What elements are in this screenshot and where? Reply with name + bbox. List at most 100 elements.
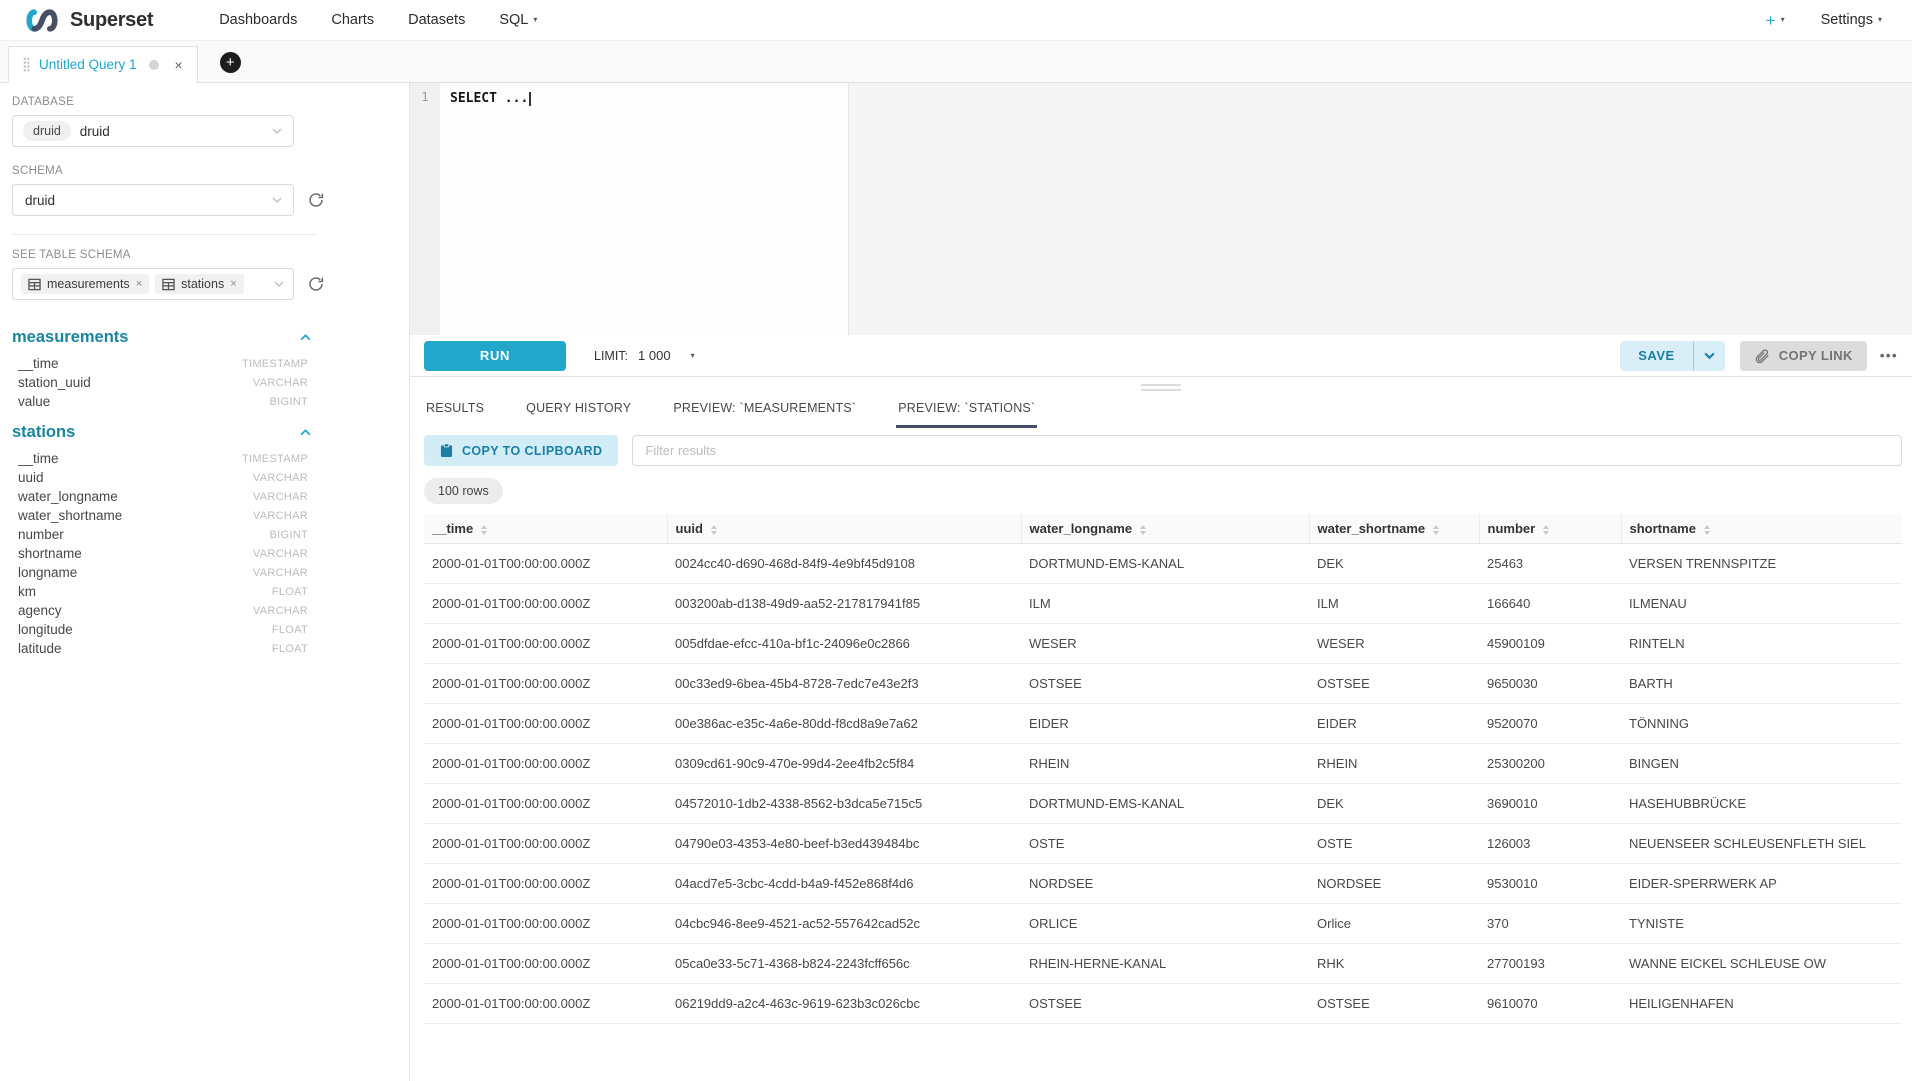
table-cell: VERSEN TRENNSPITZE (1621, 544, 1902, 584)
results-tabs: RESULTS QUERY HISTORY PREVIEW: `MEASUREMEN… (410, 397, 1912, 428)
column-row: station_uuidVARCHAR (12, 373, 308, 392)
column-name: longname (18, 565, 77, 580)
column-header-water-shortname[interactable]: water_shortname (1309, 514, 1479, 544)
copy-link-button[interactable]: COPY LINK (1740, 341, 1867, 371)
refresh-schemas-icon[interactable] (307, 191, 325, 209)
results-tab-results[interactable]: RESULTS (424, 397, 486, 428)
table-schema-stations: stations__timeTIMESTAMPuuidVARCHARwater_… (12, 423, 409, 658)
column-type: VARCHAR (253, 472, 308, 484)
results-tab-query-history[interactable]: QUERY HISTORY (524, 397, 633, 428)
table-row: 2000-01-01T00:00:00.000Z00c33ed9-6bea-45… (424, 664, 1902, 704)
sql-text: SELECT ... (450, 91, 528, 106)
pane-splitter[interactable] (410, 377, 1912, 397)
table-cell: DORTMUND-EMS-KANAL (1021, 544, 1309, 584)
column-header-shortname[interactable]: shortname (1621, 514, 1902, 544)
column-type: FLOAT (272, 586, 308, 598)
table-cell: 00e386ac-e35c-4a6e-80dd-f8cd8a9e7a62 (667, 704, 1021, 744)
table-name[interactable]: stations (12, 423, 75, 442)
column-header-uuid[interactable]: uuid (667, 514, 1021, 544)
close-tab-icon[interactable]: × (175, 57, 183, 73)
nav-datasets[interactable]: Datasets (408, 12, 465, 28)
remove-table-icon[interactable]: × (136, 278, 142, 290)
superset-logo[interactable]: Superset (22, 7, 153, 34)
table-cell: RHEIN-HERNE-KANAL (1021, 944, 1309, 984)
editor-gutter: 1 (410, 83, 440, 335)
editor-code-area[interactable]: SELECT ... (440, 83, 1912, 335)
column-row: longnameVARCHAR (12, 563, 308, 582)
table-pill-measurements[interactable]: measurements× (21, 274, 149, 294)
sqllab-main: 1 SELECT ... RUN LIMIT: 1 000 ▾ SAVE COP… (410, 83, 1912, 1081)
splitter-handle-icon[interactable] (1141, 384, 1181, 394)
query-tabs-bar: Untitled Query 1 × + (0, 41, 1912, 83)
collapse-table-icon[interactable] (299, 426, 312, 439)
remove-table-icon[interactable]: × (230, 278, 236, 290)
table-cell: 3690010 (1479, 784, 1621, 824)
schema-select[interactable]: druid (12, 184, 294, 216)
table-cell: OSTSEE (1309, 664, 1479, 704)
limit-dropdown[interactable]: LIMIT: 1 000 ▾ (594, 348, 695, 363)
run-button[interactable]: RUN (424, 341, 566, 371)
database-select-value: druid (80, 124, 110, 139)
database-type-pill: druid (23, 121, 71, 141)
table-cell: ILM (1309, 584, 1479, 624)
new-tab-button[interactable]: + (220, 52, 241, 73)
nav-sql[interactable]: SQL▾ (499, 12, 537, 28)
more-actions-icon[interactable]: ••• (1880, 348, 1898, 363)
database-select[interactable]: druid druid (12, 115, 294, 147)
sql-editor[interactable]: 1 SELECT ... (410, 83, 1912, 335)
column-name: shortname (18, 546, 82, 561)
sort-icon (481, 525, 487, 535)
table-cell: 126003 (1479, 824, 1621, 864)
column-header-water-longname[interactable]: water_longname (1021, 514, 1309, 544)
table-icon (162, 278, 175, 291)
table-row: 2000-01-01T00:00:00.000Z04cbc946-8ee9-45… (424, 904, 1902, 944)
table-cell: 2000-01-01T00:00:00.000Z (424, 944, 667, 984)
column-row: __timeTIMESTAMP (12, 449, 308, 468)
table-cell: ILM (1021, 584, 1309, 624)
column-name: water_shortname (18, 508, 122, 523)
sort-icon (1433, 525, 1439, 535)
table-row: 2000-01-01T00:00:00.000Z05ca0e33-5c71-43… (424, 944, 1902, 984)
nav-charts[interactable]: Charts (331, 12, 374, 28)
plus-icon: + (1766, 12, 1776, 29)
table-name[interactable]: measurements (12, 328, 128, 347)
editor-toolbar: RUN LIMIT: 1 000 ▾ SAVE COPY LINK ••• (410, 335, 1912, 377)
column-header-label: uuid (676, 521, 703, 536)
table-pill-stations[interactable]: stations× (155, 274, 244, 294)
nav-sql-label: SQL (499, 12, 528, 28)
column-type: VARCHAR (253, 605, 308, 617)
table-row: 2000-01-01T00:00:00.000Z06219dd9-a2c4-46… (424, 984, 1902, 1024)
results-tab-preview-measurements[interactable]: PREVIEW: `MEASUREMENTS` (671, 397, 858, 428)
save-button[interactable]: SAVE (1620, 341, 1692, 371)
sort-icon (1140, 525, 1146, 535)
column-name: latitude (18, 641, 62, 656)
table-select[interactable]: measurements× stations× (12, 268, 294, 300)
settings-label: Settings (1821, 12, 1873, 28)
drag-handle-icon[interactable] (23, 57, 30, 72)
results-tab-preview-stations[interactable]: PREVIEW: `STATIONS` (896, 397, 1037, 428)
new-item-button[interactable]: + ▾ (1766, 12, 1785, 29)
save-dropdown-chevron-icon[interactable] (1694, 341, 1725, 371)
table-cell: 25463 (1479, 544, 1621, 584)
table-cell: WESER (1021, 624, 1309, 664)
column-header-time[interactable]: __time (424, 514, 667, 544)
main-nav: Dashboards Charts Datasets SQL▾ (185, 12, 537, 28)
column-name: station_uuid (18, 375, 91, 390)
table-row: 2000-01-01T00:00:00.000Z0024cc40-d690-46… (424, 544, 1902, 584)
clipboard-icon (440, 443, 453, 458)
line-number: 1 (421, 90, 428, 104)
table-cell: 0309cd61-90c9-470e-99d4-2ee4fb2c5f84 (667, 744, 1021, 784)
table-cell: TYNISTE (1621, 904, 1902, 944)
collapse-table-icon[interactable] (299, 331, 312, 344)
query-status-dot (149, 60, 159, 70)
copy-to-clipboard-button[interactable]: COPY TO CLIPBOARD (424, 435, 618, 466)
filter-results-input[interactable] (632, 435, 1902, 466)
refresh-tables-icon[interactable] (307, 275, 325, 293)
column-header-number[interactable]: number (1479, 514, 1621, 544)
settings-menu[interactable]: Settings ▾ (1821, 12, 1882, 28)
nav-dashboards[interactable]: Dashboards (219, 12, 297, 28)
table-row: 2000-01-01T00:00:00.000Z04790e03-4353-4e… (424, 824, 1902, 864)
table-cell: RHEIN (1021, 744, 1309, 784)
column-header-label: number (1488, 521, 1536, 536)
tab-untitled-query-1[interactable]: Untitled Query 1 × (8, 46, 198, 83)
